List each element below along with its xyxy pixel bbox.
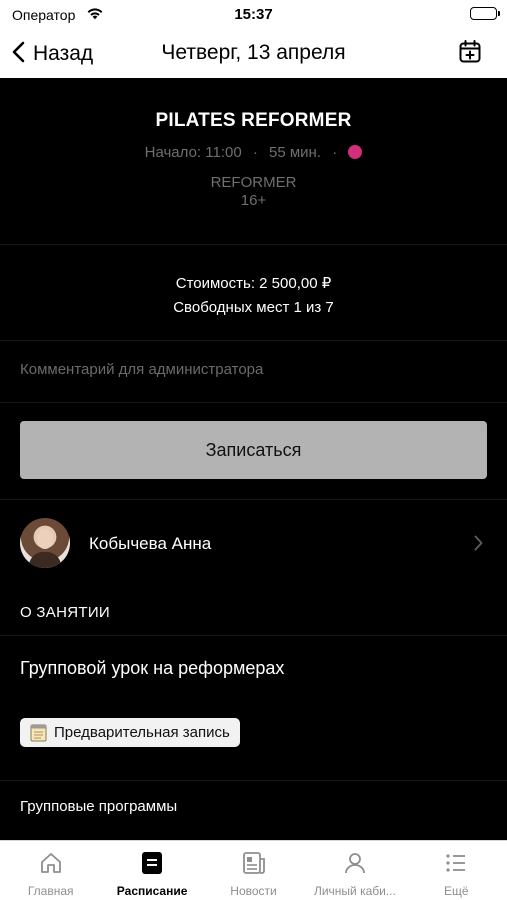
chevron-right-icon <box>474 535 483 556</box>
add-to-calendar-button[interactable] <box>459 40 481 69</box>
class-details: PILATES REFORMER Начало: 11:00 · 55 мин.… <box>0 78 507 840</box>
status-bar: Оператор 15:37 <box>0 0 507 30</box>
calendar-add-icon <box>459 40 481 68</box>
tab-more[interactable]: Ещё <box>406 841 507 900</box>
divider <box>0 340 507 341</box>
class-zone: REFORMER <box>210 174 297 191</box>
tab-news[interactable]: Новости <box>203 841 304 900</box>
admin-comment-input[interactable] <box>20 354 487 384</box>
tab-schedule[interactable]: Расписание <box>101 841 202 900</box>
divider <box>0 635 507 636</box>
class-meta: Начало: 11:00 · 55 мин. · <box>0 144 507 161</box>
tab-profile[interactable]: Личный каби... <box>304 841 405 900</box>
tab-label: Новости <box>230 884 277 898</box>
class-age-limit: 16+ <box>240 192 267 209</box>
battery-icon <box>470 7 500 20</box>
trainer-row[interactable]: Кобычева Анна <box>0 518 507 570</box>
divider <box>0 244 507 245</box>
class-duration: 55 мин. <box>269 144 322 161</box>
meta-separator: · <box>252 144 258 161</box>
lesson-name: Групповой урок на реформерах <box>20 658 285 678</box>
navigation-bar: Назад Четверг, 13 апреля <box>0 30 507 78</box>
trainer-name: Кобычева Анна <box>89 534 212 553</box>
avatar <box>20 518 70 568</box>
class-title: PILATES REFORMER <box>155 110 352 131</box>
class-color-dot <box>348 145 363 159</box>
tab-label: Расписание <box>116 884 188 898</box>
notepad-icon <box>30 723 47 742</box>
tab-home[interactable]: Главная <box>0 841 101 900</box>
tab-label: Личный каби... <box>313 884 396 898</box>
class-category: Групповые программы <box>20 798 178 815</box>
status-time: 15:37 <box>234 6 273 23</box>
class-start-time: Начало: 11:00 <box>144 144 242 161</box>
back-button[interactable]: Назад <box>12 39 93 69</box>
back-label: Назад <box>33 42 94 65</box>
pre-booking-badge: Предварительная запись <box>20 718 240 747</box>
signup-button[interactable]: Записаться <box>20 421 487 479</box>
tab-label: Главная <box>27 884 74 898</box>
tab-bar: Главная Расписание Новости Личный каби..… <box>0 840 507 900</box>
meta-separator: · <box>332 144 338 161</box>
divider <box>0 499 507 500</box>
class-price: Стоимость: 2 500,00 ₽ <box>175 275 332 292</box>
badge-label: Предварительная запись <box>54 724 230 741</box>
divider <box>0 402 507 403</box>
section-header: О ЗАНЯТИИ <box>20 604 110 621</box>
chevron-left-icon <box>12 41 25 68</box>
available-seats: Свободных мест 1 из 7 <box>173 299 334 316</box>
divider <box>0 780 507 781</box>
tab-label: Ещё <box>444 884 469 898</box>
